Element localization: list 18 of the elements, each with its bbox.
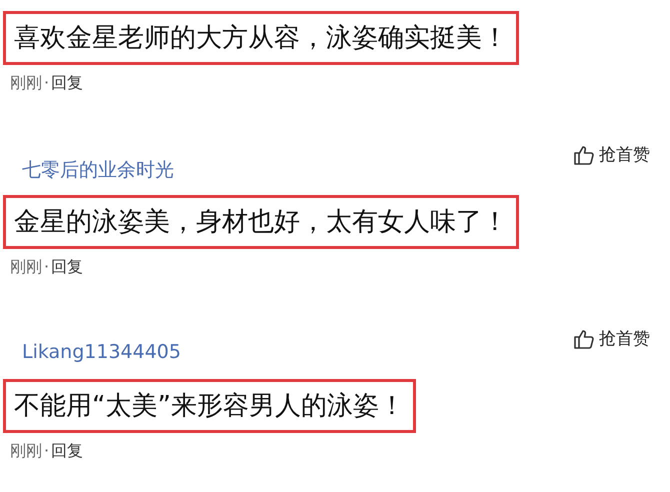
username[interactable]: Likang11344405	[22, 341, 181, 363]
timestamp: 刚刚	[10, 257, 42, 276]
comment-text: 喜欢金星老师的大方从容，泳姿确实挺美！	[3, 11, 519, 65]
separator-dot: ·	[44, 73, 50, 92]
reply-link[interactable]: 回复	[51, 73, 84, 92]
reply-link[interactable]: 回复	[51, 257, 84, 276]
comment-text: 金星的泳姿美，身材也好，太有女人味了！	[3, 195, 519, 249]
separator-dot: ·	[44, 441, 50, 460]
timestamp: 刚刚	[10, 441, 42, 460]
comment-text: 不能用“太美”来形容男人的泳姿！	[3, 379, 416, 433]
thumbs-up-icon	[573, 144, 595, 166]
thumbs-up-icon	[573, 328, 595, 350]
separator-dot: ·	[44, 257, 50, 276]
username[interactable]: 七零后的业余时光	[22, 157, 174, 183]
like-button[interactable]: 抢首赞	[573, 143, 650, 166]
like-button[interactable]: 抢首赞	[573, 327, 650, 350]
timestamp: 刚刚	[10, 73, 42, 92]
reply-link[interactable]: 回复	[51, 441, 84, 460]
